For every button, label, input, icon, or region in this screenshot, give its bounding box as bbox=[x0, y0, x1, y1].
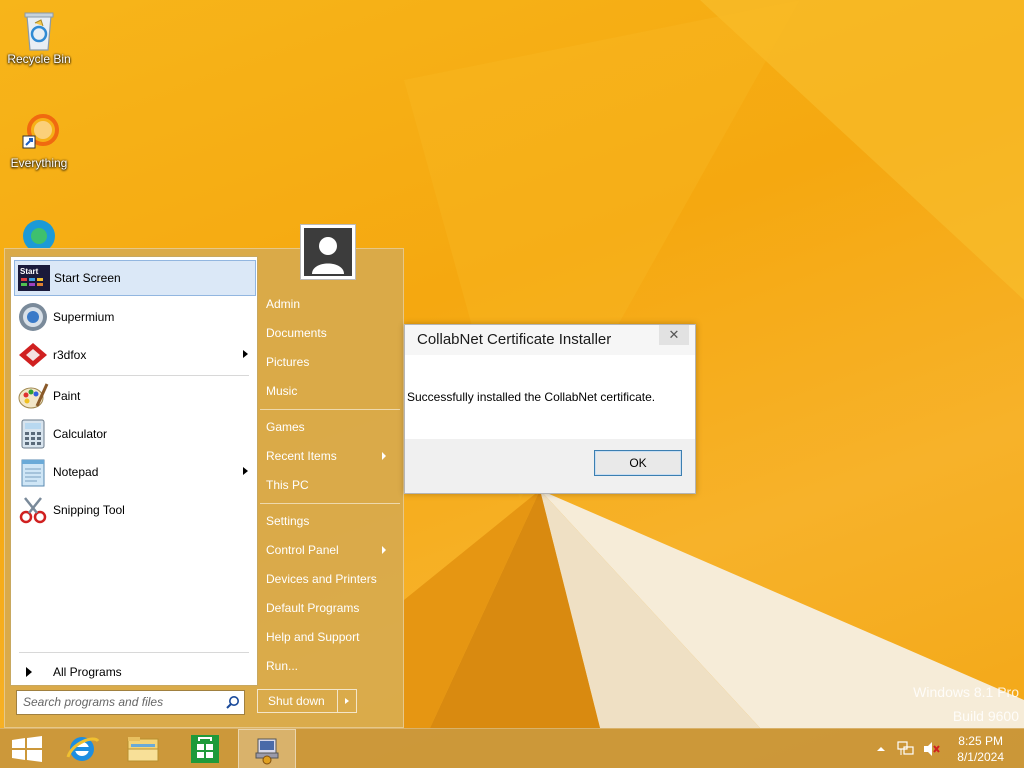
program-r3dfox[interactable]: r3dfox bbox=[14, 337, 256, 373]
start-link-admin[interactable]: Admin bbox=[266, 292, 402, 316]
program-snipping-tool[interactable]: Snipping Tool bbox=[14, 492, 256, 528]
desktop-icon-label: Recycle Bin bbox=[7, 52, 71, 66]
start-link-help-and-support[interactable]: Help and Support bbox=[266, 625, 402, 649]
search-input[interactable]: Search programs and files bbox=[16, 690, 245, 715]
volume-muted-icon[interactable] bbox=[922, 741, 940, 757]
program-start-screen[interactable]: Start Start Screen bbox=[14, 260, 256, 296]
start-link-run[interactable]: Run... bbox=[266, 654, 402, 678]
dialog-message: Successfully installed the CollabNet cer… bbox=[407, 390, 656, 404]
internet-explorer-icon bbox=[66, 737, 100, 761]
desktop-icon-everything[interactable]: Everything bbox=[1, 112, 77, 170]
all-programs-label: All Programs bbox=[53, 665, 122, 679]
program-paint[interactable]: Paint bbox=[14, 378, 256, 414]
start-menu-programs-pane: Start Start Screen Supermium r3dfox Pain… bbox=[10, 256, 258, 686]
start-link-control-panel[interactable]: Control Panel bbox=[266, 538, 396, 562]
clock-time: 8:25 PM bbox=[958, 734, 1003, 748]
close-icon[interactable]: ✕ bbox=[659, 325, 689, 345]
everything-search-icon bbox=[19, 112, 59, 152]
windows-logo-icon bbox=[12, 736, 42, 762]
start-screen-icon: Start bbox=[18, 262, 50, 294]
windows-build-watermark: Build 9600 bbox=[952, 708, 1019, 724]
notepad-icon bbox=[17, 456, 49, 488]
user-icon bbox=[304, 228, 352, 276]
windows-edition-watermark: Windows 8.1 Pro bbox=[913, 684, 1019, 700]
separator bbox=[19, 652, 249, 653]
submenu-arrow-icon bbox=[382, 546, 386, 554]
start-link-default-programs[interactable]: Default Programs bbox=[266, 596, 402, 620]
program-label: r3dfox bbox=[53, 348, 87, 362]
program-calculator[interactable]: Calculator bbox=[14, 416, 256, 452]
separator bbox=[19, 375, 249, 376]
r3dfox-icon bbox=[17, 339, 49, 371]
all-programs-arrow-icon bbox=[17, 656, 49, 688]
submenu-arrow-icon bbox=[243, 350, 248, 358]
program-label: Notepad bbox=[53, 465, 99, 479]
start-link-recent-items[interactable]: Recent Items bbox=[266, 444, 396, 468]
taskbar-internet-explorer[interactable] bbox=[54, 729, 110, 768]
desktop-icon-label: Everything bbox=[10, 156, 68, 170]
submenu-arrow-icon bbox=[382, 452, 386, 460]
taskbar-file-explorer[interactable] bbox=[115, 729, 171, 768]
start-button[interactable] bbox=[0, 729, 56, 768]
separator bbox=[260, 503, 400, 504]
submenu-arrow-icon bbox=[243, 467, 248, 475]
start-link-this-pc[interactable]: This PC bbox=[266, 473, 402, 497]
snipping-tool-icon bbox=[17, 494, 49, 526]
dialog-body: Successfully installed the CollabNet cer… bbox=[405, 355, 695, 439]
program-label: Snipping Tool bbox=[53, 503, 125, 517]
system-clock[interactable]: 8:25 PM 8/1/2024 bbox=[957, 733, 1004, 765]
separator bbox=[260, 409, 400, 410]
all-programs-button[interactable]: All Programs bbox=[14, 654, 256, 690]
search-icon bbox=[226, 695, 240, 709]
start-link-settings[interactable]: Settings bbox=[266, 509, 402, 533]
calculator-icon bbox=[17, 418, 49, 450]
program-label: Start Screen bbox=[54, 271, 121, 285]
recycle-bin-icon bbox=[19, 8, 59, 51]
program-supermium[interactable]: Supermium bbox=[14, 299, 256, 335]
user-avatar[interactable] bbox=[300, 224, 356, 280]
start-link-music[interactable]: Music bbox=[266, 379, 402, 403]
svg-text:Start: Start bbox=[20, 267, 39, 276]
store-icon bbox=[191, 735, 219, 763]
show-hidden-icons-icon[interactable] bbox=[876, 745, 886, 753]
network-icon[interactable] bbox=[897, 741, 915, 757]
shutdown-button[interactable]: Shut down bbox=[257, 689, 357, 713]
folder-icon bbox=[127, 737, 159, 762]
start-link-games[interactable]: Games bbox=[266, 415, 402, 439]
shutdown-options-chevron-icon[interactable] bbox=[338, 690, 356, 712]
start-link-pictures[interactable]: Pictures bbox=[266, 350, 402, 374]
installer-app-icon bbox=[255, 738, 279, 765]
shutdown-label: Shut down bbox=[258, 690, 338, 712]
program-label: Calculator bbox=[53, 427, 108, 441]
supermium-icon bbox=[17, 301, 49, 333]
dialog-titlebar[interactable]: CollabNet Certificate Installer ✕ bbox=[405, 325, 695, 355]
clock-date: 8/1/2024 bbox=[957, 750, 1004, 764]
dialog-title: CollabNet Certificate Installer bbox=[417, 331, 612, 348]
search-placeholder: Search programs and files bbox=[23, 695, 164, 709]
start-link-documents[interactable]: Documents bbox=[266, 321, 402, 345]
program-label: Paint bbox=[53, 389, 81, 403]
taskbar-certificate-installer[interactable] bbox=[238, 729, 296, 768]
taskbar: 8:25 PM 8/1/2024 bbox=[0, 728, 1024, 768]
program-notepad[interactable]: Notepad bbox=[14, 454, 256, 490]
desktop-icon-recycle-bin[interactable]: Recycle Bin bbox=[1, 8, 77, 66]
ok-button[interactable]: OK bbox=[594, 450, 682, 476]
paint-icon bbox=[17, 380, 49, 412]
program-label: Supermium bbox=[53, 310, 115, 324]
start-link-devices-and-printers[interactable]: Devices and Printers bbox=[266, 567, 402, 591]
certificate-installer-dialog: CollabNet Certificate Installer ✕ Succes… bbox=[404, 324, 696, 494]
taskbar-store[interactable] bbox=[177, 729, 233, 768]
